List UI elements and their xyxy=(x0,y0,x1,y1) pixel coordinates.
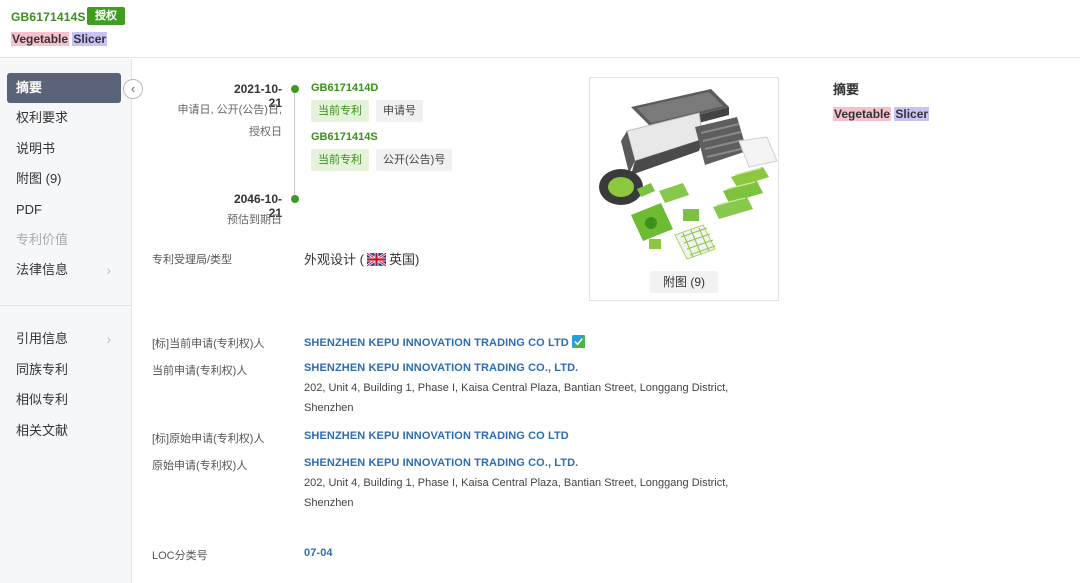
title-word-highlight-1: Vegetable xyxy=(11,32,70,46)
sidebar-item-patent-value: 专利价值 xyxy=(7,225,121,255)
publication-number-detail: GB6171414S xyxy=(311,131,378,143)
sidebar-item-description[interactable]: 说明书 xyxy=(7,134,121,164)
std-current-applicant-value[interactable]: SHENZHEN KEPU INNOVATION TRADING CO LTD xyxy=(304,335,585,349)
std-current-applicant-label: [标]当前申请(专利权)人 xyxy=(152,338,265,350)
chevron-left-icon: ‹ xyxy=(130,81,136,96)
expiry-date-label: 预估到期日 xyxy=(227,214,282,226)
timeline-dot xyxy=(291,85,299,93)
std-original-applicant-label: [标]原始申请(专利权)人 xyxy=(152,433,265,445)
application-number: GB6171414D xyxy=(311,82,379,94)
country-text: 英国) xyxy=(388,252,420,267)
vegetable-slicer-image xyxy=(599,89,778,260)
sidebar-item-claims[interactable]: 权利要求 xyxy=(7,103,121,133)
applicant-link-text: SHENZHEN KEPU INNOVATION TRADING CO LTD xyxy=(304,337,569,349)
current-applicant-address: 202, Unit 4, Building 1, Phase I, Kaisa … xyxy=(304,378,754,418)
sidebar-item-label: 附图 (9) xyxy=(16,171,62,186)
abstract-word-highlight-1: Vegetable xyxy=(833,107,892,121)
sidebar-item-label: 相关文献 xyxy=(16,423,69,438)
sidebar-divider xyxy=(0,305,132,306)
timeline-line xyxy=(294,90,295,198)
office-type-label: 专利受理局/类型 xyxy=(152,254,233,266)
sidebar-nav: 摘要 权利要求 说明书 附图 (9) PDF 专利价值 法律信息 › 引用信息 … xyxy=(0,59,132,583)
patent-title: Vegetable Slicer xyxy=(11,32,108,46)
timeline-dot xyxy=(291,195,299,203)
sidebar-item-figures[interactable]: 附图 (9) xyxy=(7,164,121,194)
loc-class-label: LOC分类号 xyxy=(152,550,208,562)
sidebar-item-label: 同族专利 xyxy=(16,362,69,377)
date-type-label: 授权日 xyxy=(249,126,282,138)
publication-number: GB6171414S xyxy=(11,10,86,24)
sidebar-item-label: 相似专利 xyxy=(16,392,69,407)
address-line: Shenzhen xyxy=(304,402,354,414)
sidebar-item-citations[interactable]: 引用信息 › xyxy=(7,324,121,354)
loc-class-value[interactable]: 07-04 xyxy=(304,547,333,559)
office-type-value: 外观设计 ( 英国) xyxy=(304,249,419,268)
sidebar-item-label: 法律信息 xyxy=(16,262,69,277)
patent-figure-card[interactable]: 附图 (9) xyxy=(589,77,779,301)
address-line: Shenzhen xyxy=(304,497,354,509)
sidebar-item-related-docs[interactable]: 相关文献 xyxy=(7,416,121,446)
abstract-word-highlight-2: Slicer xyxy=(894,107,930,121)
sidebar-item-family-patents[interactable]: 同族专利 xyxy=(7,355,121,385)
original-applicant-value[interactable]: SHENZHEN KEPU INNOVATION TRADING CO., LT… xyxy=(304,457,578,469)
sidebar-item-label: 权利要求 xyxy=(16,110,69,125)
current-patent-tag: 当前专利 xyxy=(311,100,369,122)
address-line: 202, Unit 4, Building 1, Phase I, Kaisa … xyxy=(304,382,729,394)
original-applicant-label: 原始申请(专利权)人 xyxy=(152,460,248,472)
sidebar-item-legal-info[interactable]: 法律信息 › xyxy=(7,255,121,285)
sidebar-item-pdf[interactable]: PDF xyxy=(7,195,121,225)
figures-button[interactable]: 附图 (9) xyxy=(650,271,719,293)
chevron-right-icon: › xyxy=(106,262,111,278)
sidebar-item-label: 说明书 xyxy=(16,141,56,156)
current-applicant-label: 当前申请(专利权)人 xyxy=(152,365,248,377)
sidebar-item-label: PDF xyxy=(16,202,42,217)
date-type-label: 申请日, 公开(公告)日, xyxy=(177,104,283,116)
abstract-heading: 摘要 xyxy=(833,82,860,97)
status-badge: 授权 xyxy=(87,7,125,25)
abstract-text: Vegetable Slicer xyxy=(833,107,930,121)
patent-header: GB6171414S 授权 Vegetable Slicer xyxy=(0,0,1080,58)
current-applicant-value[interactable]: SHENZHEN KEPU INNOVATION TRADING CO., LT… xyxy=(304,362,578,374)
sidebar-collapse-button[interactable]: ‹ xyxy=(123,79,143,99)
sidebar-item-label: 引用信息 xyxy=(16,331,69,346)
sidebar-item-similar-patents[interactable]: 相似专利 xyxy=(7,385,121,415)
application-number-tag: 申请号 xyxy=(376,100,423,122)
original-applicant-address: 202, Unit 4, Building 1, Phase I, Kaisa … xyxy=(304,473,754,513)
chevron-right-icon: › xyxy=(106,331,111,347)
current-patent-tag: 当前专利 xyxy=(311,149,369,171)
publication-number-tag: 公开(公告)号 xyxy=(376,149,453,171)
uk-flag-icon xyxy=(366,253,386,266)
sidebar-item-abstract[interactable]: 摘要 xyxy=(7,73,121,103)
sidebar-item-label: 专利价值 xyxy=(16,232,69,247)
sidebar-item-label: 摘要 xyxy=(16,80,43,95)
title-word-highlight-2: Slicer xyxy=(72,32,108,46)
verified-company-icon xyxy=(571,335,585,348)
std-original-applicant-value[interactable]: SHENZHEN KEPU INNOVATION TRADING CO LTD xyxy=(304,430,569,442)
design-type-text: 外观设计 ( xyxy=(304,252,364,267)
address-line: 202, Unit 4, Building 1, Phase I, Kaisa … xyxy=(304,477,729,489)
